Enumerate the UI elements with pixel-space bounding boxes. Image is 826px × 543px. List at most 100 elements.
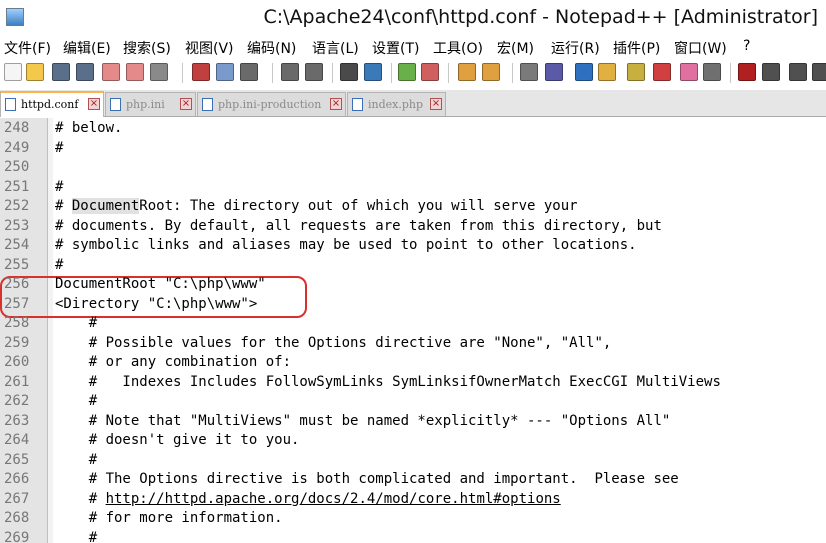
- menu-item[interactable]: 设置(T): [372, 38, 419, 58]
- code-text: # Note that "MultiViews" must be named *…: [55, 412, 671, 429]
- indent-guide-icon[interactable]: [575, 63, 593, 81]
- tab-close-icon[interactable]: ×: [180, 98, 192, 110]
- tab-close-icon[interactable]: ×: [88, 98, 100, 110]
- code-line[interactable]: 256 DocumentRoot "C:\php\www": [0, 275, 826, 295]
- code-line[interactable]: 255 #: [0, 256, 826, 276]
- menu-item[interactable]: 编辑(E): [63, 38, 111, 58]
- title-bar: C:\Apache24\conf\httpd.conf - Notepad++ …: [0, 0, 826, 34]
- editor[interactable]: 248 # below. 249 #250 251 #252 # DocumentRoot:…: [0, 118, 826, 543]
- monitor-icon[interactable]: [680, 63, 698, 81]
- paste-icon[interactable]: [240, 63, 258, 81]
- line-number: 254: [4, 237, 30, 253]
- code-line[interactable]: 264 # doesn't give it to you.: [0, 431, 826, 451]
- menu-item[interactable]: 文件(F): [4, 38, 51, 58]
- toolbar-separator: [391, 63, 392, 83]
- menu-item[interactable]: 语言(L): [312, 38, 359, 58]
- code-line[interactable]: 259 # Possible values for the Options di…: [0, 334, 826, 354]
- folder-workspace-icon[interactable]: [653, 63, 671, 81]
- code-line[interactable]: 261 # Indexes Includes FollowSymLinks Sy…: [0, 373, 826, 393]
- code-line[interactable]: 269 #: [0, 529, 826, 543]
- sync-vertical-icon[interactable]: [458, 63, 476, 81]
- new-file-icon[interactable]: [4, 63, 22, 81]
- tab-index-php[interactable]: index.php ×: [347, 92, 446, 116]
- code-line[interactable]: 266 # The Options directive is both comp…: [0, 470, 826, 490]
- replace-icon[interactable]: [364, 63, 382, 81]
- menu-item[interactable]: 工具(O): [433, 38, 483, 58]
- code-line[interactable]: 262 #: [0, 392, 826, 412]
- tab-httpd-conf[interactable]: httpd.conf ×: [0, 91, 104, 117]
- open-file-icon[interactable]: [26, 63, 44, 81]
- line-number: 249: [4, 139, 30, 156]
- zoom-out-icon[interactable]: [421, 63, 439, 81]
- code-line[interactable]: 254 # symbolic links and aliases may be u…: [0, 236, 826, 256]
- notepadpp-app-icon[interactable]: [6, 8, 24, 26]
- code-line[interactable]: 263 # Note that "MultiViews" must be nam…: [0, 412, 826, 432]
- find-icon[interactable]: [340, 63, 358, 81]
- run-macro-multiple-icon[interactable]: [812, 63, 826, 81]
- code-text: #: [55, 139, 64, 156]
- record-macro-icon[interactable]: [738, 63, 756, 81]
- code-line[interactable]: 253 # documents. By default, all requests…: [0, 217, 826, 237]
- zoom-in-icon[interactable]: [398, 63, 416, 81]
- menu-item[interactable]: 视图(V): [185, 38, 234, 58]
- code-text: #: [55, 256, 64, 273]
- save-icon[interactable]: [52, 63, 70, 81]
- line-number: 263: [4, 412, 30, 429]
- menu-item[interactable]: ?: [743, 38, 750, 54]
- url-link[interactable]: http://httpd.apache.org/docs/2.4/mod/cor…: [106, 491, 561, 507]
- code-line[interactable]: 252 # DocumentRoot: The directory out of …: [0, 197, 826, 217]
- word-wrap-icon[interactable]: [520, 63, 538, 81]
- toolbar-separator: [182, 63, 183, 83]
- save-all-icon[interactable]: [76, 63, 94, 81]
- stop-record-icon[interactable]: [762, 63, 780, 81]
- close-all-icon[interactable]: [126, 63, 144, 81]
- cut-icon[interactable]: [192, 63, 210, 81]
- code-text: # http://httpd.apache.org/docs/2.4/mod/c…: [55, 490, 561, 510]
- tab-label: httpd.conf: [21, 98, 79, 111]
- line-number: 261: [4, 373, 30, 390]
- tab-php-ini-production[interactable]: php.ini-production ×: [197, 92, 346, 116]
- code-line[interactable]: 250: [0, 158, 826, 178]
- print-icon[interactable]: [150, 63, 168, 81]
- redo-icon[interactable]: [305, 63, 323, 81]
- code-line[interactable]: 268 # for more information.: [0, 509, 826, 529]
- code-line[interactable]: 251 #: [0, 178, 826, 198]
- file-saved-icon: [5, 98, 16, 111]
- menu-item[interactable]: 搜索(S): [123, 38, 171, 58]
- play-macro-icon[interactable]: [789, 63, 807, 81]
- copy-icon[interactable]: [216, 63, 234, 81]
- line-number: 262: [4, 393, 30, 409]
- code-line[interactable]: 260 # or any combination of:: [0, 353, 826, 373]
- doc-map-icon[interactable]: [598, 63, 616, 81]
- code-segment: Root: The directory out of which you wil…: [139, 198, 578, 214]
- code-line[interactable]: 249 #: [0, 139, 826, 159]
- line-number: 255: [4, 256, 30, 273]
- eye-icon[interactable]: [703, 63, 721, 81]
- line-number: 253: [4, 217, 30, 234]
- code-line[interactable]: 257 <Directory "C:\php\www">: [0, 295, 826, 315]
- menu-item[interactable]: 运行(R): [551, 38, 600, 58]
- code-text: # doesn't give it to you.: [55, 432, 300, 448]
- function-list-icon[interactable]: [627, 63, 645, 81]
- code-line[interactable]: 265 #: [0, 451, 826, 471]
- undo-icon[interactable]: [281, 63, 299, 81]
- close-icon[interactable]: [102, 63, 120, 81]
- file-saved-icon: [202, 98, 213, 111]
- code-text: #: [55, 451, 98, 468]
- menu-item[interactable]: 插件(P): [613, 38, 660, 58]
- line-number: 248: [4, 120, 30, 136]
- menu-item[interactable]: 窗口(W): [674, 38, 727, 58]
- tab-close-icon[interactable]: ×: [430, 98, 442, 110]
- tab-close-icon[interactable]: ×: [330, 98, 342, 110]
- sync-horizontal-icon[interactable]: [482, 63, 500, 81]
- code-line[interactable]: 258 #: [0, 314, 826, 334]
- code-line[interactable]: 248 # below.: [0, 119, 826, 139]
- code-text: # Possible values for the Options direct…: [55, 334, 612, 351]
- menu-item[interactable]: 编码(N): [247, 38, 296, 58]
- show-all-chars-icon[interactable]: [545, 63, 563, 81]
- menu-item[interactable]: 宏(M): [497, 38, 534, 58]
- tab-php-ini[interactable]: php.ini ×: [105, 92, 196, 116]
- code-segment: #: [55, 490, 106, 507]
- code-line[interactable]: 267 # http://httpd.apache.org/docs/2.4/m…: [0, 490, 826, 510]
- window-title: C:\Apache24\conf\httpd.conf - Notepad++ …: [263, 6, 818, 28]
